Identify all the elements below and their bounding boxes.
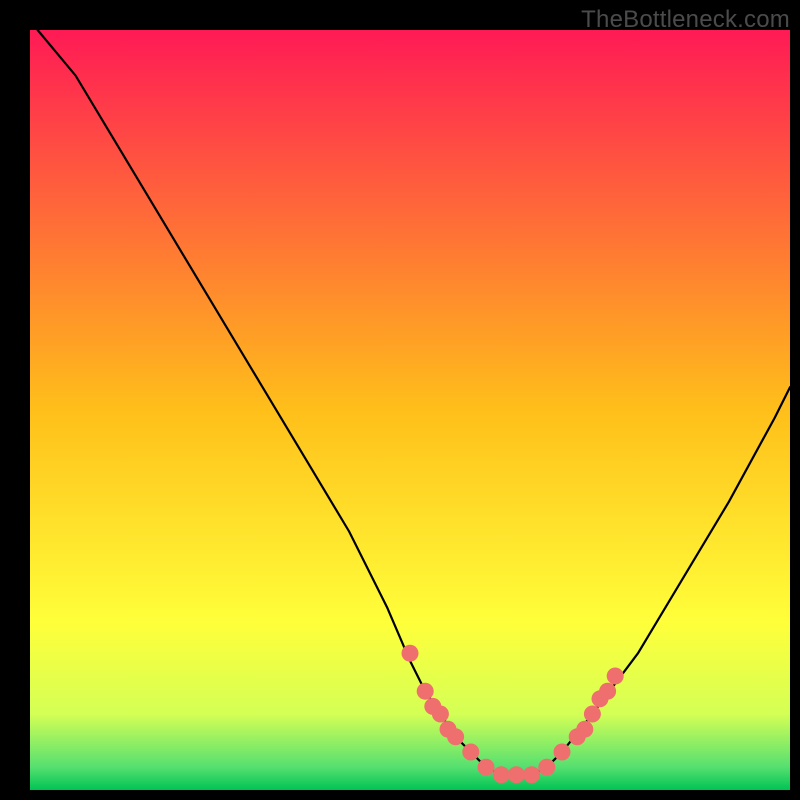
chart-svg [0, 0, 800, 800]
highlight-marker [478, 759, 495, 776]
highlight-marker [462, 744, 479, 761]
highlight-marker [432, 706, 449, 723]
attribution-watermark: TheBottleneck.com [581, 6, 790, 34]
highlight-marker [599, 683, 616, 700]
highlight-marker [417, 683, 434, 700]
highlight-marker [493, 766, 510, 783]
highlight-marker [447, 728, 464, 745]
highlight-marker [584, 706, 601, 723]
plot-background-gradient [30, 30, 790, 790]
chart-frame: TheBottleneck.com [0, 0, 800, 800]
highlight-marker [607, 668, 624, 685]
highlight-marker [576, 721, 593, 738]
highlight-marker [538, 759, 555, 776]
highlight-marker [402, 645, 419, 662]
highlight-marker [508, 766, 525, 783]
highlight-marker [523, 766, 540, 783]
highlight-marker [554, 744, 571, 761]
